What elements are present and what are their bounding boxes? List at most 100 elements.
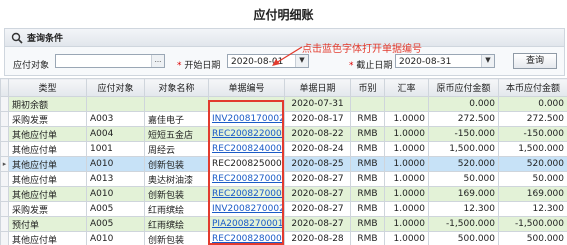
cell-doc-date: 2020-08-27 [284, 171, 351, 187]
cell-doc-number[interactable]: REC2008270001 [208, 171, 285, 187]
cell-type: 其他应付单 [8, 171, 87, 187]
column-header[interactable]: 应付对象 [86, 78, 145, 97]
cell-rate: 1.0000 [384, 171, 429, 187]
column-header[interactable]: 本币应付金额 [498, 78, 567, 97]
row-indicator [0, 201, 9, 217]
table-row[interactable]: 采购发票 A005 红雨缤绘 INV2008270002 2020-08-27 RMB 1.… [0, 201, 567, 217]
cell-local-amount: -1,500.000 [498, 216, 567, 232]
cell-doc-number[interactable]: REC2008240001 [208, 141, 285, 157]
payee-field[interactable]: ... [55, 54, 165, 68]
column-header[interactable]: 汇率 [384, 78, 429, 97]
cell-payee-name: 周经云 [144, 141, 209, 157]
row-indicator [0, 216, 9, 232]
table-row[interactable]: 其他应付单 A010 创新包装 REC2008280002 2020-08-28 RMB 1… [0, 231, 567, 245]
cell-currency: RMB [350, 126, 385, 142]
cell-rate: 1.0000 [384, 126, 429, 142]
cell-orig-amount: -1,500.000 [428, 216, 499, 232]
table-row[interactable]: 其他应付单 1001 周经云 REC2008240001 2020-08-24 RMB 1.… [0, 141, 567, 157]
annotation-text: 点击蓝色字体打开单据编号 [302, 44, 422, 55]
end-date-label: * 截止日期 [349, 61, 393, 71]
cell-doc-number[interactable]: INV2008170002 [208, 111, 285, 127]
start-date-label: * 开始日期 [177, 61, 221, 71]
end-date-field[interactable]: 2020-08-31 ▼ [395, 54, 495, 68]
column-header[interactable]: 单据编号 [208, 78, 285, 97]
cell-orig-amount: 0.000 [428, 96, 499, 112]
cell-type: 其他应付单 [8, 156, 87, 172]
cell-currency: RMB [350, 141, 385, 157]
cell-orig-amount: 12.300 [428, 201, 499, 217]
cell-doc-number[interactable]: REC2008280002 [208, 231, 285, 245]
row-indicator [0, 186, 9, 202]
payee-label: 应付对象 [13, 61, 50, 71]
cell-rate: 1.0000 [384, 201, 429, 217]
column-header[interactable]: 原币应付金额 [428, 78, 499, 97]
column-header[interactable]: 类型 [8, 78, 87, 97]
table-row[interactable]: ▸ 其他应付单 A010 创新包装 REC2008250001 2020-08-25 RMB… [0, 156, 567, 172]
cell-local-amount: 520.000 [498, 156, 567, 172]
cell-type: 其他应付单 [8, 126, 87, 142]
cell-payee-code: A013 [86, 171, 145, 187]
cell-doc-date: 2020-08-17 [284, 111, 351, 127]
cell-rate: 1.0000 [384, 186, 429, 202]
table-row[interactable]: 其他应付单 A004 短短五金店 REC2008220001 2020-08-22 RMB… [0, 126, 567, 142]
cell-doc-number[interactable]: REC2008220001 [208, 126, 285, 142]
cell-doc-date: 2020-08-24 [284, 141, 351, 157]
cell-local-amount: 500.000 [498, 231, 567, 245]
cell-doc-number[interactable]: REC2008270002 [208, 186, 285, 202]
payee-browse-button[interactable]: ... [151, 55, 164, 67]
cell-local-amount: 169.000 [498, 186, 567, 202]
cell-currency: RMB [350, 231, 385, 245]
query-panel-title: 查询条件 [27, 34, 64, 44]
cell-currency: RMB [350, 111, 385, 127]
chevron-down-icon[interactable]: ▼ [481, 55, 494, 67]
cell-currency: RMB [350, 201, 385, 217]
cell-type: 其他应付单 [8, 186, 87, 202]
cell-payee-code: 1001 [86, 141, 145, 157]
cell-type: 采购发票 [8, 111, 87, 127]
column-header[interactable]: 币别 [350, 78, 385, 97]
cell-payee-code: A010 [86, 156, 145, 172]
cell-doc-number[interactable]: PIA2008270001 [208, 216, 285, 232]
table-row[interactable]: 预付单 A005 红雨缤绘 PIA2008270001 2020-08-27 RMB 1.0… [0, 216, 567, 232]
cell-doc-date: 2020-08-22 [284, 126, 351, 142]
cell-doc-number[interactable]: INV2008270002 [208, 201, 285, 217]
cell-rate: 1.0000 [384, 216, 429, 232]
cell-currency [350, 96, 385, 112]
table-row[interactable]: 其他应付单 A013 奥达树油漆 REC2008270001 2020-08-27 RMB… [0, 171, 567, 187]
cell-type: 其他应付单 [8, 141, 87, 157]
row-indicator: ▸ [0, 156, 9, 172]
cell-rate [384, 96, 429, 112]
cell-type: 期初余额 [8, 96, 87, 112]
table-row[interactable]: 期初余额 2020-07-31 0.000 0.000 [0, 96, 567, 112]
cell-rate: 1.0000 [384, 156, 429, 172]
column-header[interactable]: 对象名称 [144, 78, 209, 97]
row-indicator [0, 111, 9, 127]
cell-local-amount: 0.000 [498, 96, 567, 112]
cell-payee-name: 短短五金店 [144, 126, 209, 142]
table-row[interactable]: 其他应付单 A010 创新包装 REC2008270002 2020-08-27 RMB 1… [0, 186, 567, 202]
cell-type: 采购发票 [8, 201, 87, 217]
cell-rate: 1.0000 [384, 141, 429, 157]
cell-doc-number: REC2008250001 [208, 156, 285, 172]
cell-payee-name: 创新包装 [144, 186, 209, 202]
cell-payee-name: 嘉佳电子 [144, 111, 209, 127]
cell-payee-name [144, 96, 209, 112]
cell-orig-amount: 169.000 [428, 186, 499, 202]
cell-payee-code: A004 [86, 126, 145, 142]
query-button[interactable]: 查询 [513, 53, 557, 69]
cell-doc-date: 2020-08-28 [284, 231, 351, 245]
end-date-value: 2020-08-31 [399, 57, 452, 67]
cell-doc-number [208, 96, 285, 112]
row-indicator [0, 126, 9, 142]
cell-orig-amount: 1,500.000 [428, 141, 499, 157]
cell-currency: RMB [350, 171, 385, 187]
table-row[interactable]: 采购发票 A003 嘉佳电子 INV2008170002 2020-08-17 RMB 1.… [0, 111, 567, 127]
cell-local-amount: 12.300 [498, 201, 567, 217]
cell-doc-date: 2020-08-25 [284, 156, 351, 172]
page-title: 应付明细账 [253, 7, 314, 22]
cell-payee-name: 创新包装 [144, 156, 209, 172]
cell-doc-date: 2020-08-27 [284, 216, 351, 232]
cell-local-amount: 272.500 [498, 111, 567, 127]
cell-currency: RMB [350, 186, 385, 202]
column-header[interactable]: 单据日期 [284, 78, 351, 97]
